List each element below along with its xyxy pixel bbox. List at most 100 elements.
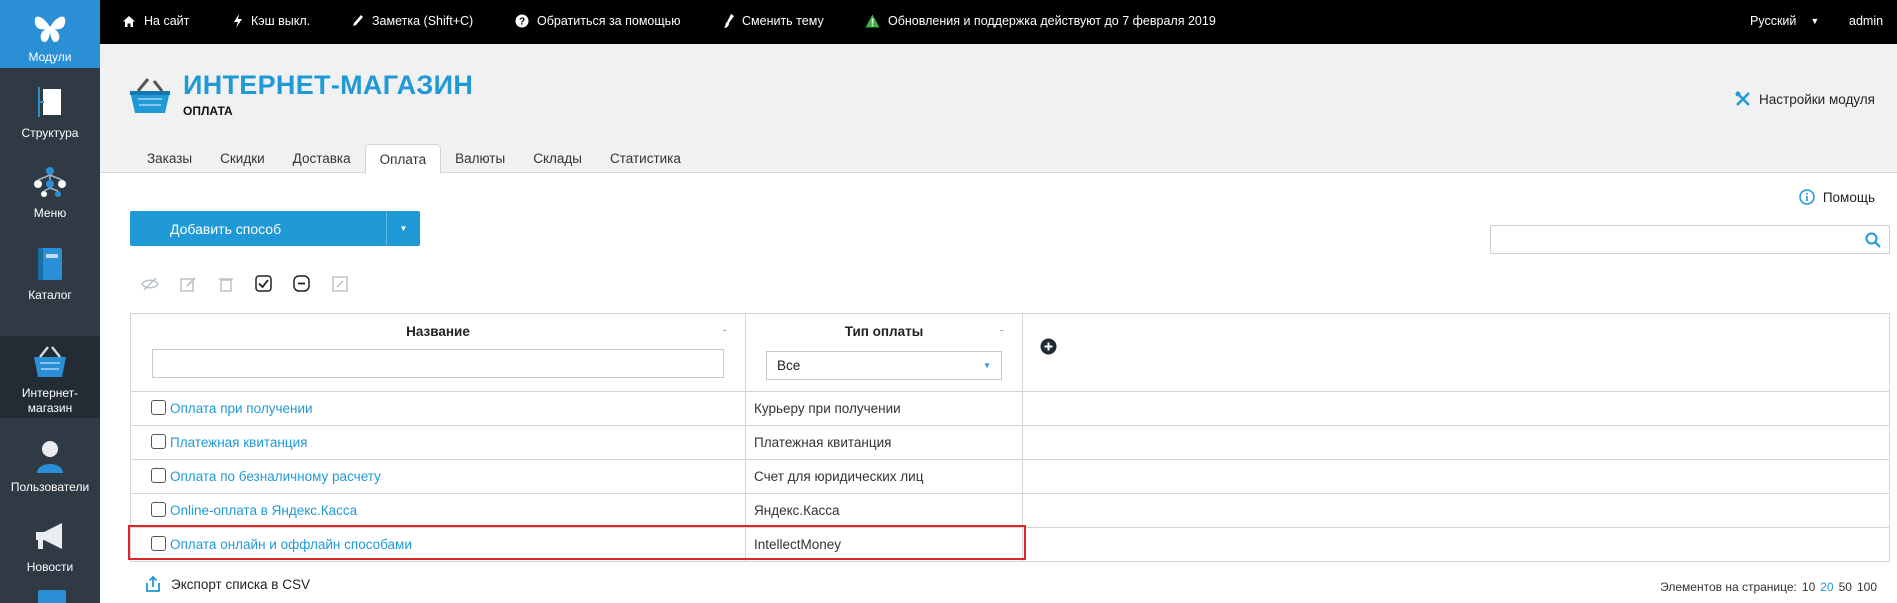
row-name-link[interactable]: Оплата онлайн и оффлайн способами — [170, 537, 412, 552]
megaphone-icon — [30, 516, 70, 556]
sidebar: Модули Структура Меню Каталог Интернет- … — [0, 0, 100, 603]
pen-icon — [353, 15, 363, 26]
search-icon[interactable] — [1865, 232, 1881, 248]
user-icon — [30, 436, 70, 476]
trash-icon — [218, 277, 233, 292]
tab-delivery[interactable]: Доставка — [279, 144, 365, 173]
question-icon: ? — [515, 14, 529, 28]
export-csv-link[interactable]: Экспорт списка в CSV — [145, 576, 310, 593]
updates-notice[interactable]: Обновления и поддержка действуют до 7 фе… — [865, 14, 1216, 28]
sidebar-item-modules[interactable]: Модули — [0, 0, 100, 68]
row-checkbox[interactable] — [151, 536, 166, 552]
check-icon — [255, 275, 272, 292]
table-row: Оплата онлайн и оффлайн способами Intell… — [130, 527, 1890, 562]
delete-action-button[interactable] — [216, 274, 235, 293]
tab-statistics[interactable]: Статистика — [596, 144, 695, 173]
per-page-option[interactable]: 50 — [1839, 580, 1852, 594]
catalog-book-icon — [30, 244, 70, 284]
help-link[interactable]: Помощь — [1799, 189, 1875, 205]
lightning-icon — [234, 14, 242, 28]
add-method-button-group: Добавить способ ▼ — [130, 211, 420, 246]
export-icon — [146, 576, 160, 592]
row-name-link[interactable]: Оплата при получении — [170, 401, 313, 416]
tab-payment[interactable]: Оплата — [364, 144, 442, 174]
row-name-link[interactable]: Online-оплата в Яндекс.Касса — [170, 503, 357, 518]
search-input[interactable] — [1491, 226, 1851, 253]
tab-discounts[interactable]: Скидки — [206, 144, 279, 173]
add-method-button[interactable]: Добавить способ — [130, 221, 386, 237]
per-page-option-current[interactable]: 20 — [1820, 580, 1833, 594]
copy-action-button[interactable] — [330, 274, 349, 293]
sidebar-item-menu[interactable]: Меню — [0, 158, 100, 224]
basket-icon — [30, 342, 70, 382]
copy-icon — [331, 275, 348, 292]
table-row: Online-оплата в Яндекс.Касса Яндекс.Касс… — [130, 493, 1890, 528]
activate-action-button[interactable] — [254, 274, 273, 293]
help-request-link[interactable]: ? Обратиться за помощью — [515, 14, 681, 28]
column-name-header[interactable]: Название - — [130, 313, 746, 392]
sidebar-item-catalog[interactable]: Каталог — [0, 238, 100, 308]
chevron-down-icon: ▼ — [983, 361, 991, 370]
sidebar-item-structure[interactable]: Структура — [0, 78, 100, 144]
row-checkbox[interactable] — [151, 502, 166, 518]
sidebar-item-label-line1: Интернет- — [21, 386, 79, 400]
page-subtitle: ОПЛАТА — [183, 104, 233, 118]
shop-basket-logo-icon — [128, 77, 172, 120]
sidebar-item-label: Новости — [26, 560, 74, 574]
per-page-selector: Элементов на странице: 10 20 50 100 — [1660, 580, 1877, 594]
row-checkbox[interactable] — [151, 434, 166, 450]
sidebar-item-news[interactable]: Новости — [0, 512, 100, 582]
table-row: Оплата при получении Курьеру при получен… — [130, 391, 1890, 426]
sidebar-item-label: Каталог — [28, 288, 72, 302]
table-row: Оплата по безналичному расчету Счет для … — [130, 459, 1890, 494]
user-menu[interactable]: admin▼ — [1849, 14, 1897, 28]
eye-slash-icon — [140, 276, 159, 291]
sidebar-item-label: Структура — [21, 126, 79, 140]
hide-action-button[interactable] — [140, 274, 159, 293]
search-box — [1490, 225, 1890, 254]
module-settings-link[interactable]: Настройки модуля — [1735, 91, 1875, 107]
sidebar-item-users[interactable]: Пользователи — [0, 432, 100, 502]
top-bar: На сайт Кэш выкл. Заметка (Shift+C) ? Об… — [100, 0, 1897, 44]
row-name-link[interactable]: Оплата по безналичному расчету — [170, 469, 381, 484]
tab-warehouses[interactable]: Склады — [519, 144, 596, 173]
row-checkbox[interactable] — [151, 400, 166, 416]
table-row: Платежная квитанция Платежная квитанция — [130, 425, 1890, 460]
next-module-icon — [38, 590, 66, 603]
warning-icon — [865, 14, 880, 28]
type-filter-select[interactable]: Все ▼ — [766, 351, 1002, 380]
tab-currencies[interactable]: Валюты — [441, 144, 519, 173]
column-type-header[interactable]: Тип оплаты - Все ▼ — [745, 313, 1023, 392]
row-type: Яндекс.Касса — [745, 493, 1023, 528]
deactivate-action-button[interactable] — [292, 274, 311, 293]
add-column-button[interactable] — [1040, 338, 1057, 360]
cache-toggle[interactable]: Кэш выкл. — [233, 14, 310, 28]
table-header-row: Название - Тип оплаты - Все ▼ — [130, 313, 1890, 392]
home-icon — [123, 15, 135, 27]
change-theme-link[interactable]: Сменить тему — [724, 14, 824, 28]
minus-icon — [293, 275, 310, 292]
sidebar-item-shop[interactable]: Интернет- магазин — [0, 336, 100, 418]
chevron-down-icon: ▼ — [1810, 16, 1820, 26]
structure-icon — [30, 82, 70, 122]
sidebar-item-label: Меню — [33, 206, 67, 220]
row-checkbox[interactable] — [151, 468, 166, 484]
note-link[interactable]: Заметка (Shift+C) — [352, 14, 473, 28]
payment-methods-table: Название - Тип оплаты - Все ▼ Оплата при… — [130, 313, 1890, 562]
sort-icon[interactable]: - — [723, 322, 728, 337]
go-to-site-link[interactable]: На сайт — [122, 14, 189, 28]
svg-text:?: ? — [519, 17, 525, 28]
per-page-option[interactable]: 100 — [1857, 580, 1877, 594]
column-add-header — [1022, 313, 1890, 392]
name-filter-input[interactable] — [152, 349, 724, 378]
row-name-link[interactable]: Платежная квитанция — [170, 435, 307, 450]
chevron-down-icon: ▼ — [399, 224, 408, 233]
language-select[interactable]: Русский ▼ — [1750, 14, 1819, 28]
edit-action-button[interactable] — [178, 274, 197, 293]
sidebar-item-label: Модули — [28, 50, 72, 64]
per-page-option[interactable]: 10 — [1802, 580, 1815, 594]
tab-orders[interactable]: Заказы — [133, 144, 206, 173]
sort-icon[interactable]: - — [1000, 322, 1005, 337]
add-method-dropdown-toggle[interactable]: ▼ — [386, 211, 420, 246]
brush-icon — [724, 14, 734, 28]
